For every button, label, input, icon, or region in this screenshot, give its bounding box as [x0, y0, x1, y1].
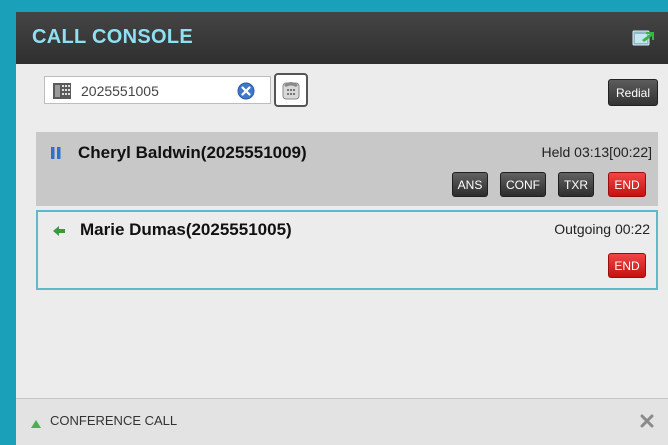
conference-button[interactable]: CONF	[500, 172, 546, 197]
dial-input[interactable]	[79, 81, 233, 101]
expand-triangle-icon[interactable]	[30, 416, 42, 428]
end-call-button[interactable]: END	[608, 172, 646, 197]
phone-icon	[276, 82, 306, 109]
call-status: Outgoing 00:22	[554, 221, 650, 237]
dial-toolbar: Redial	[16, 64, 668, 122]
dial-field[interactable]	[44, 76, 271, 104]
caller-name: Cheryl Baldwin(2025551009)	[78, 143, 307, 162]
dialpad-icon[interactable]	[53, 83, 71, 99]
hold-icon	[50, 146, 62, 160]
close-icon[interactable]	[640, 414, 654, 428]
console-header: CALL CONSOLE	[16, 12, 668, 64]
call-button[interactable]	[274, 73, 308, 107]
redial-button[interactable]: Redial	[608, 79, 658, 106]
call-list: Cheryl Baldwin(2025551009) Held 03:13[00…	[36, 132, 658, 402]
resize-grip-icon[interactable]	[332, 441, 362, 445]
caller-name: Marie Dumas(2025551005)	[80, 220, 292, 239]
clear-icon[interactable]	[237, 82, 255, 100]
conference-call-label: CONFERENCE CALL	[50, 413, 178, 428]
call-status: Held 03:13[00:22]	[541, 144, 652, 160]
conference-call-bar[interactable]: CONFERENCE CALL	[16, 398, 668, 445]
console-title: CALL CONSOLE	[32, 26, 194, 48]
call-item-held[interactable]: Cheryl Baldwin(2025551009) Held 03:13[00…	[36, 132, 658, 206]
call-console: CALL CONSOLE 2025551005 Redial Cheryl Ba…	[16, 12, 668, 445]
transfer-button[interactable]: TXR	[558, 172, 594, 197]
call-item-outgoing[interactable]: Marie Dumas(2025551005) Outgoing 00:22 E…	[36, 210, 658, 290]
outgoing-arrow-icon	[52, 224, 66, 238]
answer-button[interactable]: ANS	[452, 172, 488, 197]
detach-window-icon[interactable]	[632, 28, 654, 48]
end-call-button[interactable]: END	[608, 253, 646, 278]
